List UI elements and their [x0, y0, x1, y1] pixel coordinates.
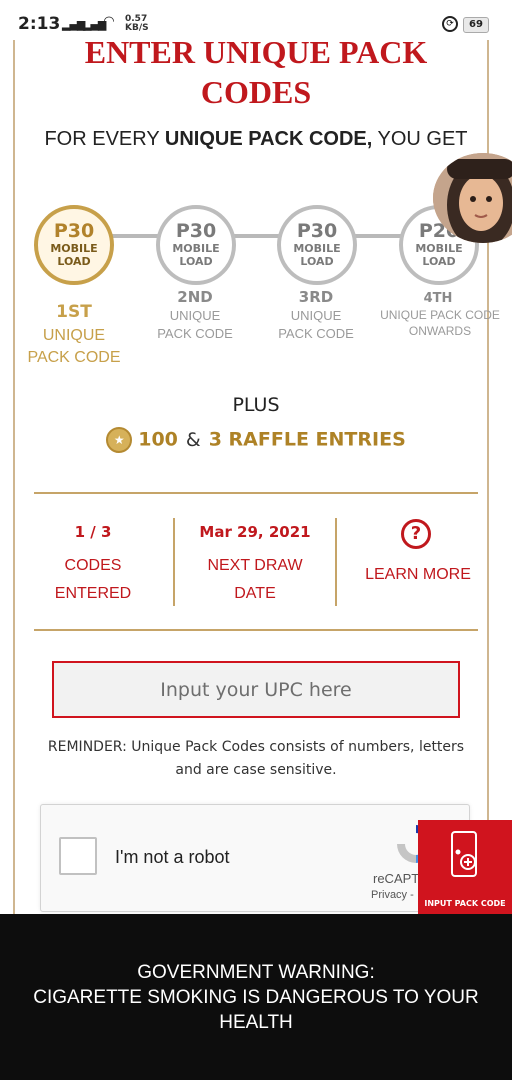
step-2-desc: UNIQUE PACK CODE — [157, 308, 233, 341]
lock-rotation-icon: ⟳ — [442, 16, 458, 32]
step-2-ordinal: 2ND — [177, 288, 213, 306]
divider — [34, 492, 478, 494]
content-frame — [13, 40, 489, 914]
next-draw-stat: Mar 29, 2021 NEXT DRAW DATE — [185, 518, 325, 608]
step-2-badge: P30 MOBILE LOAD — [156, 205, 236, 285]
divider — [34, 629, 478, 631]
raffle-entries: 3 RAFFLE ENTRIES — [208, 428, 406, 451]
pack-plus-icon — [451, 831, 477, 877]
recaptcha-widget: I'm not a robot reCAPT Privacy - — [40, 804, 470, 912]
recaptcha-checkbox[interactable] — [59, 837, 97, 875]
step-3-badge: P30 MOBILE LOAD — [277, 205, 357, 285]
step-4-ordinal: 4TH — [423, 291, 453, 306]
divider — [173, 518, 175, 606]
battery-indicator: 69 — [463, 17, 489, 33]
plus-label: PLUS — [232, 394, 280, 416]
coin-icon: ★ — [106, 427, 133, 453]
bonus-points: 100 — [138, 428, 178, 451]
input-pack-code-button[interactable]: INPUT PACK CODE — [418, 820, 512, 914]
signal-icon-2: ▂▄▆ — [83, 18, 106, 31]
divider — [335, 518, 337, 606]
status-time: 2:13 — [18, 14, 61, 34]
learn-more-link[interactable]: LEARN MORE — [348, 561, 488, 589]
step-3-ordinal: 3RD — [298, 288, 334, 306]
question-icon[interactable]: ? — [401, 519, 431, 549]
codes-entered-stat: 1 / 3 CODES ENTERED — [23, 518, 163, 608]
recaptcha-label: I'm not a robot — [115, 847, 230, 867]
next-draw-value: Mar 29, 2021 — [199, 523, 311, 541]
step-1-desc: UNIQUE PACK CODE — [27, 327, 121, 366]
signal-icon: ▂▄▆ — [62, 18, 85, 31]
bonus-amp: & — [185, 428, 201, 451]
upc-input[interactable] — [52, 661, 460, 718]
step-1-badge: P30 MOBILE LOAD — [34, 205, 114, 285]
step-1-ordinal: 1ST — [56, 302, 92, 322]
recaptcha-brand: reCAPT — [373, 871, 420, 886]
codes-entered-value: 1 / 3 — [74, 523, 112, 541]
page-subtitle: FOR EVERY UNIQUE PACK CODE, YOU GET — [44, 128, 468, 150]
upc-reminder: REMINDER: Unique Pack Codes consists of … — [47, 739, 465, 778]
step-4-desc: UNIQUE PACK CODE ONWARDS — [380, 308, 500, 338]
step-3-desc: UNIQUE PACK CODE — [278, 308, 354, 341]
government-warning: GOVERNMENT WARNING: CIGARETTE SMOKING IS… — [0, 914, 512, 1080]
wifi-icon: ◠ — [104, 14, 114, 29]
net-speed: 0.57 KB/S — [125, 14, 149, 33]
page-title-line2: CODES — [200, 74, 312, 110]
page-title-line1: ENTER UNIQUE PACK — [84, 34, 428, 70]
input-pack-code-label: INPUT PACK CODE — [424, 899, 506, 908]
recaptcha-privacy-link[interactable]: Privacy - — [371, 889, 414, 901]
bonus-row: ★ 100 & 3 RAFFLE ENTRIES — [0, 427, 512, 453]
